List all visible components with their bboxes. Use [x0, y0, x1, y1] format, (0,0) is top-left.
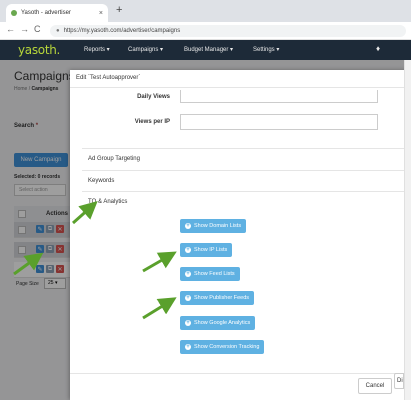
- bell-icon[interactable]: ♦: [376, 44, 380, 53]
- close-tab-icon[interactable]: ×: [99, 10, 103, 17]
- button-label: Show Conversion Tracking: [194, 344, 260, 350]
- modal-header: Edit `Test Autoapprover`: [70, 70, 411, 88]
- address-bar[interactable]: ● https://my.yasoth.com/advertiser/campa…: [50, 25, 406, 37]
- show-feed-lists-button[interactable]: + Show Feed Lists: [180, 267, 240, 281]
- plus-circle-icon: +: [185, 320, 191, 326]
- plus-circle-icon: +: [185, 295, 191, 301]
- app-logo[interactable]: yasoth.: [18, 43, 60, 57]
- button-label: Show IP Lists: [194, 247, 228, 253]
- url-text: https://my.yasoth.com/advertiser/campaig…: [63, 28, 181, 34]
- cancel-button[interactable]: Cancel: [358, 378, 392, 394]
- section-tq-analytics[interactable]: TQ & Analytics: [82, 191, 411, 211]
- nav-settings[interactable]: Settings ▾: [253, 46, 279, 53]
- edit-campaign-modal: Edit `Test Autoapprover` Daily Views Vie…: [70, 70, 411, 400]
- plus-circle-icon: +: [185, 247, 191, 253]
- button-label: Show Feed Lists: [194, 271, 235, 277]
- show-ip-lists-button[interactable]: + Show IP Lists: [180, 243, 233, 257]
- show-domain-lists-button[interactable]: + Show Domain Lists: [180, 219, 247, 233]
- button-label: Show Domain Lists: [194, 223, 242, 229]
- show-publisher-feeds-button[interactable]: + Show Publisher Feeds: [180, 291, 255, 305]
- nav-campaigns[interactable]: Campaigns ▾: [128, 46, 163, 53]
- plus-circle-icon: +: [185, 271, 191, 277]
- modal-footer: Cancel: [70, 373, 411, 400]
- browser-tab[interactable]: Yasoth - advertiser ×: [6, 4, 108, 22]
- section-keywords[interactable]: Keywords: [82, 170, 411, 190]
- plus-circle-icon: +: [185, 344, 191, 350]
- section-ad-group-targeting[interactable]: Ad Group Targeting: [82, 148, 411, 168]
- daily-views-input[interactable]: [180, 90, 378, 103]
- browser-toolbar: ← → C ● https://my.yasoth.com/advertiser…: [0, 22, 411, 40]
- nav-budget-manager[interactable]: Budget Manager ▾: [184, 46, 233, 53]
- plus-circle-icon: +: [185, 223, 191, 229]
- show-conversion-tracking-button[interactable]: + Show Conversion Tracking: [180, 340, 265, 354]
- show-google-analytics-button[interactable]: + Show Google Analytics: [180, 316, 256, 330]
- lock-icon: ●: [56, 28, 60, 34]
- reload-icon[interactable]: C: [34, 24, 41, 34]
- new-tab-icon[interactable]: +: [116, 4, 122, 16]
- next-button-partial[interactable]: Di: [394, 373, 404, 389]
- views-per-ip-label: Views per IP: [134, 119, 170, 125]
- views-per-ip-input[interactable]: [180, 114, 378, 130]
- page-scrollbar[interactable]: [404, 60, 411, 400]
- back-arrow-icon[interactable]: ←: [6, 24, 15, 34]
- nav-reports[interactable]: Reports ▾: [84, 46, 110, 53]
- tab-title: Yasoth - advertiser: [21, 10, 71, 16]
- daily-views-label: Daily Views: [137, 94, 170, 100]
- button-label: Show Publisher Feeds: [194, 295, 250, 301]
- forward-arrow-icon[interactable]: →: [20, 24, 29, 34]
- button-label: Show Google Analytics: [194, 320, 251, 326]
- favicon-icon: [11, 10, 17, 16]
- browser-tab-bar: Yasoth - advertiser × +: [0, 0, 411, 22]
- app-header: yasoth. Reports ▾ Campaigns ▾ Budget Man…: [0, 40, 411, 60]
- modal-title: Edit `Test Autoapprover`: [76, 75, 141, 81]
